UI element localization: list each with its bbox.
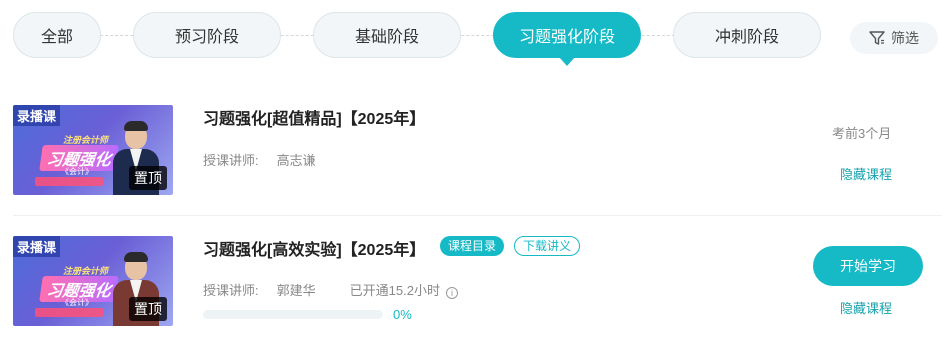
teacher-name: 高志谦	[276, 153, 316, 168]
teacher-label: 授课讲师:	[203, 283, 259, 298]
tab-sprint[interactable]: 冲刺阶段	[673, 12, 821, 58]
hide-course-link[interactable]: 隐藏课程	[840, 164, 892, 183]
stage-tabs: 全部 预习阶段 基础阶段 习题强化阶段 冲刺阶段 筛选	[0, 0, 945, 72]
info-icon[interactable]: i	[445, 287, 458, 299]
tab-basic[interactable]: 基础阶段	[313, 12, 461, 58]
thumbnail-strip	[35, 177, 103, 186]
filter-icon	[869, 31, 885, 45]
divider	[13, 215, 942, 216]
thumbnail-caption: 《会计》	[61, 298, 93, 307]
pinned-badge: 置顶	[129, 166, 167, 190]
progress-bar	[203, 310, 383, 319]
course-catalog-button[interactable]: 课程目录	[440, 236, 505, 256]
course-time-note: 考前3个月	[832, 126, 892, 141]
hours-opened: 已开通15.2小时	[349, 283, 440, 298]
filter-label: 筛选	[891, 30, 919, 46]
filter-button[interactable]: 筛选	[850, 22, 938, 54]
recorded-badge: 录播课	[13, 236, 61, 257]
tab-practice[interactable]: 习题强化阶段	[493, 12, 641, 66]
progress-percent: 0%	[393, 307, 412, 322]
course-thumbnail[interactable]: 录播课 注册会计师 习题强化 《会计》 置顶	[13, 236, 173, 326]
course-meta: 授课讲师: 高志谦	[203, 150, 316, 169]
course-title[interactable]: 习题强化[超值精品]【2025年】	[203, 105, 425, 129]
download-handout-button[interactable]: 下载讲义	[514, 236, 581, 256]
course-meta: 授课讲师: 郭建华 已开通15.2小时 i	[203, 280, 458, 299]
hide-course-link[interactable]: 隐藏课程	[840, 298, 892, 317]
tab-all[interactable]: 全部	[13, 12, 101, 58]
recorded-badge: 录播课	[13, 105, 61, 126]
thumbnail-caption: 《会计》	[61, 167, 93, 176]
thumbnail-strip	[35, 308, 103, 317]
pinned-badge: 置顶	[129, 297, 167, 321]
teacher-label: 授课讲师:	[203, 153, 259, 168]
teacher-name: 郭建华	[276, 283, 316, 298]
tab-preview[interactable]: 预习阶段	[133, 12, 281, 58]
start-learning-button[interactable]: 开始学习	[813, 246, 923, 286]
course-title[interactable]: 习题强化[高效实验]【2025年】	[203, 236, 425, 260]
course-thumbnail[interactable]: 录播课 注册会计师 习题强化 《会计》 置顶	[13, 105, 173, 195]
